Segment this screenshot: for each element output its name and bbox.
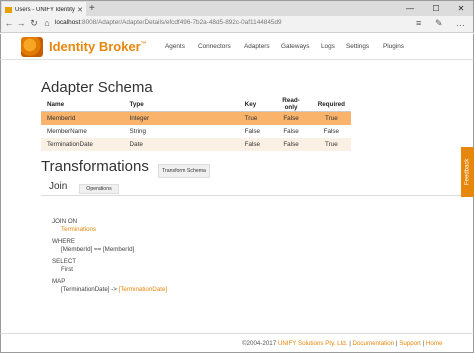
cell-name: MemberName — [47, 127, 87, 135]
schema-table: Name Type Key Read-only Required MemberI… — [41, 97, 351, 151]
col-type: Type — [123, 97, 239, 112]
home-link[interactable]: Home — [426, 340, 443, 347]
col-required: Required — [311, 97, 351, 112]
join-on-keyword: JOIN ON — [52, 218, 78, 225]
footer: ©2004-2017 UNIFY Solutions Pty. Ltd. | D… — [0, 333, 474, 353]
cell-read-only: False — [283, 127, 299, 135]
map-from: [TerminationDate] -> — [61, 286, 119, 293]
col-key: Key — [238, 97, 271, 112]
browser-tabbar: Users - UNIFY Identity B ✕ + — ☐ ✕ — [0, 0, 474, 17]
where-keyword: WHERE — [52, 238, 76, 245]
cell-read-only: False — [270, 111, 312, 125]
col-name: Name — [41, 97, 124, 112]
copyright: ©2004-2017 — [242, 340, 278, 347]
cell-required: True — [311, 111, 351, 125]
footer-text: ©2004-2017 UNIFY Solutions Pty. Ltd. | D… — [242, 340, 442, 347]
back-icon[interactable]: ← — [3, 18, 15, 28]
nav-gateways[interactable]: Gateways — [281, 43, 309, 50]
transform-schema-button[interactable]: Transform Schema — [158, 164, 210, 178]
brand-title[interactable]: Identity Broker™ — [49, 39, 147, 54]
new-tab-icon[interactable]: + — [89, 3, 95, 14]
map-expression: [TerminationDate] -> [TerminationDate] — [61, 286, 167, 293]
tab-close-icon[interactable]: ✕ — [77, 6, 83, 14]
maximize-icon[interactable]: ☐ — [423, 1, 449, 15]
table-row[interactable]: TerminationDate Date False False True — [41, 137, 351, 151]
more-icon[interactable]: … — [456, 18, 465, 28]
browser-tab[interactable]: Users - UNIFY Identity B ✕ — [2, 2, 86, 17]
documentation-link[interactable]: Documentation — [353, 340, 395, 347]
feedback-tab[interactable]: Feedback — [461, 147, 474, 197]
company-link[interactable]: UNIFY Solutions Pty. Ltd. — [278, 340, 348, 347]
nav-adapters[interactable]: Adapters — [244, 43, 270, 50]
nav-connectors[interactable]: Connectors — [198, 43, 231, 50]
map-to-link[interactable]: [TerminationDate] — [119, 286, 168, 293]
nav-agents[interactable]: Agents — [165, 43, 185, 50]
cell-type: Integer — [123, 111, 239, 125]
site-favicon-icon — [5, 6, 12, 13]
home-icon[interactable]: ⌂ — [41, 18, 53, 28]
cell-required: False — [323, 127, 340, 135]
nav-plugins[interactable]: Plugins — [383, 43, 404, 50]
window-close-icon[interactable]: ✕ — [448, 1, 474, 15]
cell-type: Date — [123, 137, 239, 151]
join-target-link[interactable]: Terminations — [61, 226, 96, 233]
forward-icon[interactable]: → — [15, 18, 27, 28]
select-keyword: SELECT — [52, 258, 77, 265]
cell-key: False — [238, 137, 271, 151]
table-row[interactable]: MemberName String False False False — [41, 125, 351, 138]
url-path: :8008/Adapter/AdapterDetails/efcdf496-7b… — [80, 19, 282, 26]
app-header: Identity Broker™ Agents Connectors Adapt… — [0, 34, 474, 60]
select-value: First — [61, 266, 74, 273]
support-link[interactable]: Support — [399, 340, 421, 347]
note-icon[interactable]: ✎ — [435, 18, 443, 29]
adapter-schema-title: Adapter Schema — [41, 79, 153, 96]
cell-read-only: False — [270, 137, 312, 151]
refresh-icon[interactable]: ↻ — [28, 18, 40, 29]
tab-title: Users - UNIFY Identity B — [15, 6, 78, 13]
url-field[interactable]: localhost:8008/Adapter/AdapterDetails/ef… — [55, 19, 282, 26]
brand-tm: ™ — [140, 41, 147, 48]
main-content: Adapter Schema Name Type Key Read-only R… — [0, 60, 474, 333]
cell-key: True — [238, 111, 271, 125]
transformation-tabs: Join Operations — [41, 181, 461, 196]
cell-name: TerminationDate — [41, 137, 124, 151]
minimize-icon[interactable]: — — [397, 1, 423, 15]
tab-operations[interactable]: Operations — [79, 184, 119, 194]
where-expression: [MemberId] == [MemberId] — [61, 246, 135, 253]
cell-required: True — [311, 137, 351, 151]
table-row[interactable]: MemberId Integer True False True — [41, 111, 351, 125]
hub-icon[interactable]: ≡ — [416, 18, 421, 28]
nav-logs[interactable]: Logs — [321, 43, 335, 50]
cell-key: False — [244, 127, 261, 135]
tab-join[interactable]: Join — [49, 181, 67, 192]
brand-name: Identity Broker — [49, 39, 141, 54]
address-bar: ← → ↻ ⌂ localhost:8008/Adapter/AdapterDe… — [0, 16, 474, 33]
map-keyword: MAP — [52, 278, 66, 285]
cell-type: String — [129, 127, 146, 135]
col-read-only: Read-only — [270, 97, 312, 112]
transformations-title: Transformations — [41, 158, 149, 175]
cell-name: MemberId — [41, 111, 124, 125]
fingerprint-logo-icon[interactable] — [21, 37, 43, 57]
nav-settings[interactable]: Settings — [346, 43, 369, 50]
url-host: localhost — [55, 19, 81, 26]
